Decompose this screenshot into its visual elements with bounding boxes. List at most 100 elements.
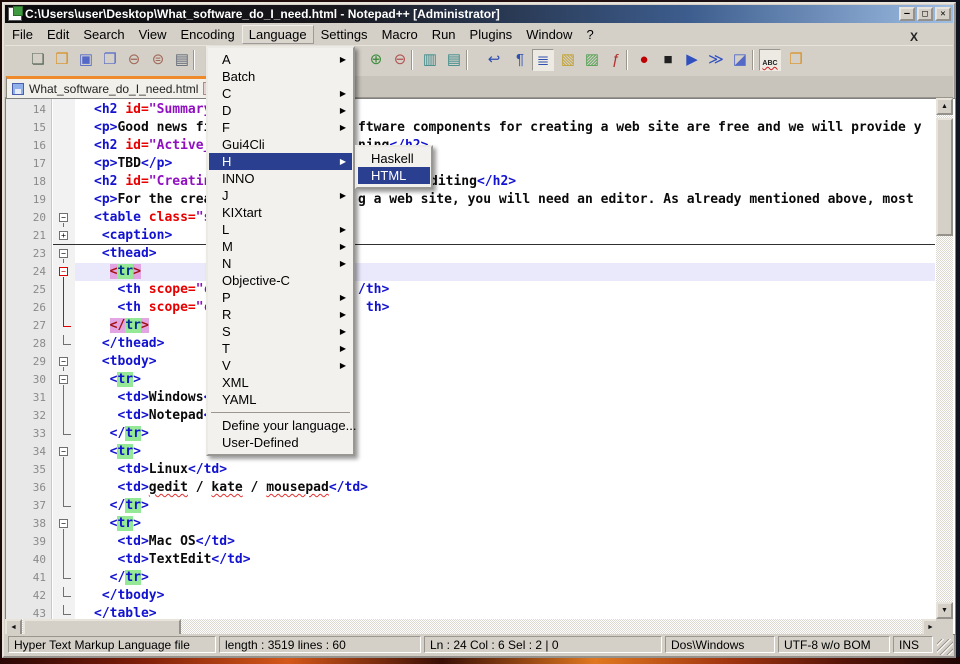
language-menu-item-r[interactable]: R▶ (209, 306, 352, 323)
sync-vertical-icon[interactable]: ▥ (419, 49, 441, 71)
language-menu-item-p[interactable]: P▶ (209, 289, 352, 306)
language-menu-item-batch[interactable]: Batch (209, 68, 352, 85)
spell-check-settings-icon[interactable]: ❒ (785, 49, 807, 71)
language-menu-item-c[interactable]: C▶ (209, 85, 352, 102)
status-eol-format[interactable]: Dos\Windows (665, 636, 775, 653)
language-menu-item-gui4cli[interactable]: Gui4Cli (209, 136, 352, 153)
language-menu-item-user-defined[interactable]: User-Defined (209, 434, 352, 451)
editor-line-17[interactable]: 17<p>TBD</p> (6, 155, 955, 173)
play-macro-icon[interactable]: ▶ (681, 49, 703, 71)
editor-line-20[interactable]: 20−<table class="st (6, 209, 955, 227)
title-bar[interactable]: C:\Users\user\Desktop\What_software_do_I… (5, 5, 953, 23)
editor-line-39[interactable]: 39 <td>Mac OS</td> (6, 533, 955, 551)
stop-macro-icon[interactable]: ■ (657, 49, 679, 71)
menubar-item-[interactable]: ? (579, 25, 600, 44)
editor-line-27[interactable]: 27 </tr> (6, 317, 955, 335)
menubar-item-window[interactable]: Window (519, 25, 579, 44)
editor-line-42[interactable]: 42 </tbody> (6, 587, 955, 605)
run-macro-multiple-icon[interactable]: ≫ (705, 49, 727, 71)
menubar-item-plugins[interactable]: Plugins (463, 25, 520, 44)
language-submenu-item-html[interactable]: HTML (358, 167, 430, 184)
fold-collapse-icon[interactable]: − (59, 375, 68, 384)
scroll-down-arrow[interactable]: ▼ (936, 602, 953, 619)
record-macro-icon[interactable]: ● (633, 49, 655, 71)
zoom-in-icon[interactable]: ⊕ (365, 49, 387, 71)
close-button[interactable]: ✕ (935, 7, 951, 21)
editor-line-35[interactable]: 35 <td>Linux</td> (6, 461, 955, 479)
language-menu-item-d[interactable]: D▶ (209, 102, 352, 119)
language-menu-item-xml[interactable]: XML (209, 374, 352, 391)
editor-line-29[interactable]: 29− <tbody> (6, 353, 955, 371)
editor-line-14[interactable]: 14<h2 id="Summary">Summary</h2> (6, 101, 955, 119)
language-menu-item-h[interactable]: H▶ (209, 153, 352, 170)
maximize-button[interactable]: □ (917, 7, 933, 21)
vertical-scroll-thumb[interactable] (936, 118, 953, 236)
menubar-item-view[interactable]: View (132, 25, 174, 44)
editor-line-28[interactable]: 28 </thead> (6, 335, 955, 353)
editor-line-31[interactable]: 31 <td>Windows</td> (6, 389, 955, 407)
menubar-item-search[interactable]: Search (76, 25, 131, 44)
language-menu-item-objective-c[interactable]: Objective-C (209, 272, 352, 289)
status-insert-mode[interactable]: INS (893, 636, 933, 653)
language-menu-item-yaml[interactable]: YAML (209, 391, 352, 408)
save-file-icon[interactable]: ▣ (75, 49, 97, 71)
language-menu-item-define-your-language-[interactable]: Define your language... (209, 417, 352, 434)
tab-active-document[interactable]: What_software_do_I_need.html x (6, 76, 222, 98)
language-menu-item-a[interactable]: A▶ (209, 51, 352, 68)
save-macro-icon[interactable]: ◪ (729, 49, 751, 71)
show-all-chars-icon[interactable]: ≣ (532, 49, 554, 71)
language-menu-item-s[interactable]: S▶ (209, 323, 352, 340)
fold-collapse-icon[interactable]: − (59, 519, 68, 528)
editor-line-33[interactable]: 33 </tr> (6, 425, 955, 443)
language-menu-item-j[interactable]: J▶ (209, 187, 352, 204)
close-all-icon[interactable]: ⊜ (147, 49, 169, 71)
editor-line-25[interactable]: 25 <th scope="co/th> (6, 281, 955, 299)
language-menu-item-kixtart[interactable]: KIXtart (209, 204, 352, 221)
editor-line-36[interactable]: 36 <td>gedit / kate / mousepad</td> (6, 479, 955, 497)
close-file-icon[interactable]: ⊖ (123, 49, 145, 71)
menubar-item-edit[interactable]: Edit (40, 25, 76, 44)
editor-line-16[interactable]: 16<h2 id="Active_Lning</h2> (6, 137, 955, 155)
menubar-item-encoding[interactable]: Encoding (174, 25, 242, 44)
editor-area[interactable]: 14<h2 id="Summary">Summary</h2>15<p>Good… (5, 98, 956, 635)
word-wrap-icon[interactable]: ↩ (483, 49, 505, 71)
menubar-item-file[interactable]: File (5, 25, 40, 44)
menubar-item-macro[interactable]: Macro (375, 25, 425, 44)
menubar-item-language[interactable]: Language (242, 25, 314, 44)
editor-line-38[interactable]: 38− <tr> (6, 515, 955, 533)
editor-line-41[interactable]: 41 </tr> (6, 569, 955, 587)
editor-line-24[interactable]: 24− <tr> (6, 263, 955, 281)
language-menu-item-f[interactable]: F▶ (209, 119, 352, 136)
fold-collapse-icon[interactable]: − (59, 213, 68, 222)
editor-line-15[interactable]: 15<p>Good news firftware components for … (6, 119, 955, 137)
editor-line-18[interactable]: 18<h2 id="Creatingditing</h2> (6, 173, 955, 191)
menubar-item-run[interactable]: Run (425, 25, 463, 44)
menubar-item-settings[interactable]: Settings (314, 25, 375, 44)
editor-line-40[interactable]: 40 <td>TextEdit</td> (6, 551, 955, 569)
fold-collapse-icon[interactable]: − (59, 357, 68, 366)
spell-check-icon[interactable]: ABC (759, 49, 781, 71)
editor-line-19[interactable]: 19<p>For the creatg a web site, you will… (6, 191, 955, 209)
user-define-dialog-icon[interactable]: ▧ (557, 49, 579, 71)
editor-line-26[interactable]: 26 <th scope="coth> (6, 299, 955, 317)
status-encoding[interactable]: UTF-8 w/o BOM (778, 636, 890, 653)
fold-collapse-icon[interactable]: − (59, 447, 68, 456)
language-menu-item-v[interactable]: V▶ (209, 357, 352, 374)
document-map-icon[interactable]: ▨ (581, 49, 603, 71)
new-file-icon[interactable]: ❏ (27, 49, 49, 71)
menubar-close-doc-button[interactable]: X (910, 30, 918, 44)
editor-line-30[interactable]: 30− <tr> (6, 371, 955, 389)
fold-collapse-icon[interactable]: − (59, 249, 68, 258)
language-menu-item-t[interactable]: T▶ (209, 340, 352, 357)
resize-grip[interactable] (937, 639, 953, 655)
fold-collapse-icon[interactable]: − (59, 267, 68, 276)
vertical-scrollbar[interactable]: ▲ ▼ (936, 98, 953, 619)
editor-line-34[interactable]: 34− <tr> (6, 443, 955, 461)
editor-line-37[interactable]: 37 </tr> (6, 497, 955, 515)
language-menu-item-inno[interactable]: INNO (209, 170, 352, 187)
editor-line-23[interactable]: 23− <thead> (6, 245, 955, 263)
fold-expand-icon[interactable]: + (59, 231, 68, 240)
language-menu-item-m[interactable]: M▶ (209, 238, 352, 255)
minimize-button[interactable]: – (899, 7, 915, 21)
show-white-space-icon[interactable]: ¶ (509, 49, 531, 71)
